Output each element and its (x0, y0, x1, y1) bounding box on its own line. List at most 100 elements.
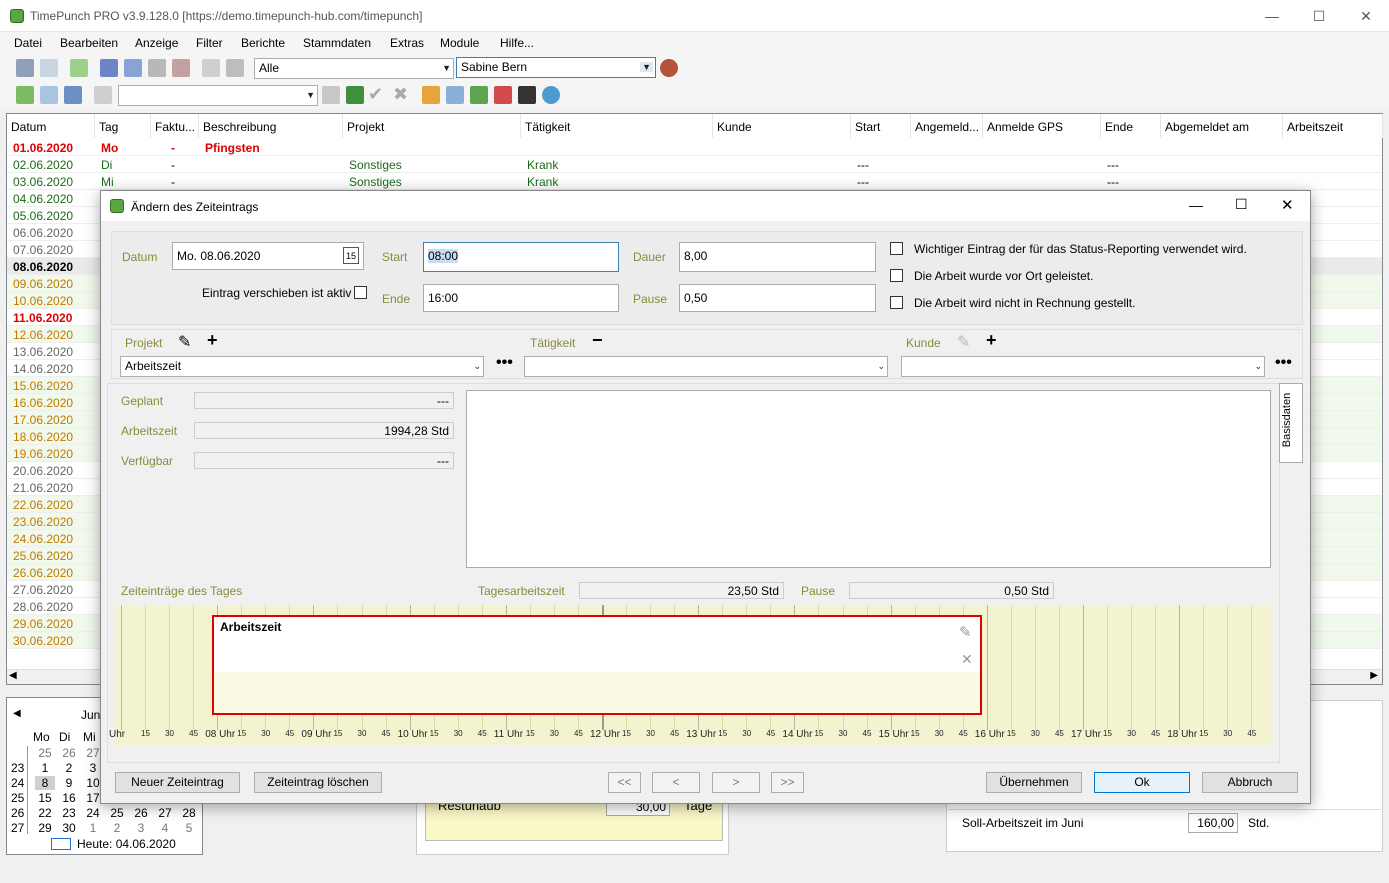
edit-filter-icon[interactable] (226, 59, 244, 77)
dialog-maximize-icon[interactable]: ☐ (1235, 196, 1248, 213)
taetigkeit-select[interactable]: ⌄ (524, 356, 888, 377)
calendar-day[interactable]: 1 (83, 821, 103, 835)
add-customer-icon[interactable]: + (986, 330, 997, 351)
table-row[interactable]: 03.06.2020 Mi - Sonstiges Krank --- --- (7, 173, 1382, 190)
scroll-left-icon[interactable]: ◀ (9, 670, 17, 681)
menu-extras[interactable]: Extras (390, 36, 424, 50)
table-row[interactable]: 01.06.2020 Mo - Pfingsten (7, 139, 1382, 156)
calendar-day[interactable]: 26 (131, 806, 151, 820)
calendar-day[interactable]: 9 (59, 776, 79, 790)
users-icon[interactable] (660, 59, 678, 77)
delete-entry-button[interactable]: Zeiteintrag löschen (254, 772, 382, 793)
remove-activity-icon[interactable]: − (592, 330, 603, 351)
more-project-icon[interactable]: ••• (496, 354, 513, 372)
print-icon[interactable] (16, 59, 34, 77)
calendar-today[interactable]: Heute: 04.06.2020 (77, 837, 176, 851)
calendar-day[interactable]: 8 (35, 776, 55, 790)
minimize-icon[interactable]: — (1262, 6, 1282, 26)
menu-stammdaten[interactable]: Stammdaten (303, 36, 371, 50)
maximize-icon[interactable]: ☐ (1309, 6, 1329, 26)
calendar-day[interactable]: 2 (107, 821, 127, 835)
new-entry-icon[interactable] (16, 86, 34, 104)
prev-month-icon[interactable]: ◀ (13, 708, 21, 719)
calendar-picker-icon[interactable]: 15 (343, 247, 359, 264)
first-button[interactable]: << (608, 772, 641, 793)
calendar-day[interactable]: 25 (107, 806, 127, 820)
column-header-taetigkeit[interactable]: Tätigkeit (521, 114, 713, 138)
calendar-icon[interactable] (64, 86, 82, 104)
verschieben-checkbox[interactable] (354, 286, 367, 299)
filter-select[interactable]: Alle ▼ (254, 58, 454, 79)
timeline-entry[interactable]: Arbeitszeit ✎ ✕ (212, 615, 982, 715)
calendar-day[interactable]: 2 (59, 761, 79, 775)
calendar-day[interactable]: 1 (35, 761, 55, 775)
project-select[interactable]: ▼ (118, 85, 318, 106)
dialog-minimize-icon[interactable]: — (1189, 197, 1203, 213)
column-header-faktu[interactable]: Faktu... (151, 114, 199, 138)
column-header-datum[interactable]: Datum (7, 114, 95, 138)
check-icon[interactable]: ✔ (368, 84, 383, 105)
export-icon[interactable] (70, 59, 88, 77)
last-button[interactable]: >> (771, 772, 804, 793)
calendar-day[interactable]: 27 (155, 806, 175, 820)
save-icon[interactable] (322, 86, 340, 104)
print-preview-icon[interactable] (40, 59, 58, 77)
column-header-beschreibung[interactable]: Beschreibung (199, 114, 343, 138)
eraser-icon[interactable] (518, 86, 536, 104)
datum-field[interactable]: Mo. 08.06.2020 15 (172, 242, 364, 270)
calendar-day[interactable]: 24 (83, 806, 103, 820)
keine-rechnung-checkbox[interactable] (890, 296, 903, 309)
chart-icon[interactable] (422, 86, 440, 104)
menu-berichte[interactable]: Berichte (241, 36, 285, 50)
cancel-button[interactable]: Abbruch (1202, 772, 1298, 793)
ok-button[interactable]: Ok (1094, 772, 1190, 793)
menu-anzeige[interactable]: Anzeige (135, 36, 178, 50)
calendar-day[interactable]: 23 (59, 806, 79, 820)
column-header-arbeitszeit[interactable]: Arbeitszeit (1283, 114, 1383, 138)
pause-input[interactable]: 0,50 (679, 284, 876, 312)
filter-icon[interactable] (202, 59, 220, 77)
sheet-icon[interactable] (470, 86, 488, 104)
apply-button[interactable]: Übernehmen (986, 772, 1082, 793)
close-icon[interactable]: ✕ (1356, 6, 1376, 26)
clock-icon[interactable] (542, 86, 560, 104)
document-icon[interactable] (94, 86, 112, 104)
next-button[interactable]: > (712, 772, 760, 793)
delete-icon[interactable] (172, 59, 190, 77)
day-timeline[interactable]: Uhr 15 30 45 08 Uhr 15 30 45 09 Uhr 15 30 45 10 Uhr 1… (109, 605, 1272, 745)
column-header-angemeldet[interactable]: Angemeld... (911, 114, 983, 138)
remove-entry-icon[interactable]: ✕ (961, 651, 973, 668)
dialog-close-icon[interactable]: ✕ (1281, 196, 1294, 214)
column-header-kunde[interactable]: Kunde (713, 114, 851, 138)
scissors-icon[interactable] (494, 86, 512, 104)
column-header-projekt[interactable]: Projekt (343, 114, 521, 138)
user-select[interactable]: Sabine Bern ▼ (456, 57, 656, 78)
column-header-anmelde-gps[interactable]: Anmelde GPS (983, 114, 1101, 138)
prev-button[interactable]: < (652, 772, 700, 793)
cut-icon[interactable] (100, 59, 118, 77)
kunde-select[interactable]: ⌄ (901, 356, 1265, 377)
status-reporting-checkbox[interactable] (890, 242, 903, 255)
calendar-day[interactable]: 25 (35, 746, 55, 760)
menu-hilfe[interactable]: Hilfe... (500, 36, 534, 50)
menu-datei[interactable]: Datei (14, 36, 42, 50)
copy-icon[interactable] (124, 59, 142, 77)
tab-basisdaten[interactable]: Basisdaten (1279, 383, 1303, 463)
more-customer-icon[interactable]: ••• (1275, 354, 1292, 372)
edit-entry-icon[interactable]: ✎ (959, 623, 972, 641)
edit-project-icon[interactable]: ✎ (178, 332, 191, 352)
notes-textarea[interactable] (466, 390, 1271, 568)
column-header-tag[interactable]: Tag (95, 114, 151, 138)
book-icon[interactable] (346, 86, 364, 104)
menu-module[interactable]: Module (440, 36, 479, 50)
calendar-day[interactable]: 5 (179, 821, 199, 835)
scroll-right-icon[interactable]: ▶ (1370, 670, 1378, 681)
paste-icon[interactable] (148, 59, 166, 77)
start-input[interactable]: 08:00 (423, 242, 619, 272)
menu-filter[interactable]: Filter (196, 36, 223, 50)
add-project-icon[interactable]: + (207, 330, 218, 351)
column-header-ende[interactable]: Ende (1101, 114, 1161, 138)
edit-entry-icon[interactable] (40, 86, 58, 104)
calendar-day[interactable]: 3 (131, 821, 151, 835)
ende-input[interactable]: 16:00 (423, 284, 619, 312)
